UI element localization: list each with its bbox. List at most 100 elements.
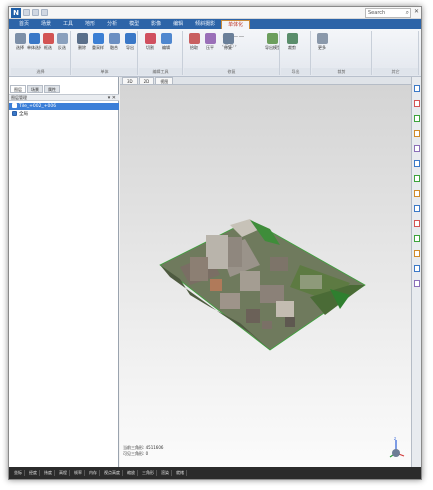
ribbon-button[interactable]: 反选 <box>55 33 69 61</box>
ribbon-tab[interactable]: 工具 <box>57 20 79 29</box>
cut-icon <box>144 33 156 44</box>
ribbon-button-label: 融合 <box>110 45 118 50</box>
ribbon-button-label: 删除 <box>78 45 86 50</box>
status-item: 高程 <box>57 470 70 476</box>
ribbon-button-label: 单体选择 <box>27 45 41 50</box>
ribbon-button[interactable]: 选择 <box>13 33 27 61</box>
close-icon[interactable]: ✕ <box>414 8 419 15</box>
ribbon-button[interactable]: 融合 <box>107 33 121 61</box>
ribbon-button[interactable]: 重采样 <box>91 33 105 61</box>
search-input[interactable]: Search ⌕ <box>365 8 411 18</box>
side-tool-icon[interactable] <box>414 265 420 272</box>
side-tool-icon[interactable] <box>414 175 420 182</box>
status-item: 缩放 <box>125 470 138 476</box>
arrow-right-icon[interactable]: › <box>235 43 237 48</box>
merge-icon <box>108 33 120 44</box>
ribbon-tab[interactable]: 场景 <box>35 20 57 29</box>
side-tool-icon[interactable] <box>414 100 420 107</box>
ribbon-group-label: 修复 <box>184 68 279 75</box>
side-tool-icon[interactable] <box>414 130 420 137</box>
ribbon-button[interactable]: 切割 <box>143 33 157 61</box>
panel-tab-layers[interactable]: 图层 <box>10 85 26 93</box>
window-title <box>129 9 259 17</box>
ribbon-group-label: 编辑工具 <box>139 68 182 75</box>
ribbon-button[interactable]: 导出模型 <box>265 33 279 61</box>
ribbon-button[interactable]: 导出 <box>123 33 137 61</box>
edit-icon <box>160 33 172 44</box>
app-logo[interactable]: N <box>11 8 21 18</box>
box-select-icon <box>42 33 54 44</box>
tree-item[interactable]: Tile_+002_+006 <box>9 103 119 110</box>
axis-triad-icon[interactable]: z <box>388 437 406 461</box>
ribbon-tab[interactable]: 分析 <box>101 20 123 29</box>
ribbon-tab[interactable]: 影像 <box>145 20 167 29</box>
status-item: 坐标 <box>12 470 25 476</box>
panel-tab-properties[interactable]: 属性 <box>44 85 60 93</box>
tree-item[interactable]: 全局 <box>9 111 119 118</box>
side-tool-icon[interactable] <box>414 250 420 257</box>
ribbon-tab[interactable]: 地形 <box>79 20 101 29</box>
tab-view[interactable]: 视图 <box>155 77 174 84</box>
ribbon-tab[interactable]: 单体化 <box>221 20 251 29</box>
ribbon-button[interactable]: 单体选择 <box>27 33 41 61</box>
search-icon[interactable]: ⌕ <box>406 9 409 17</box>
flatten-icon <box>204 33 216 44</box>
resample-icon <box>92 33 104 44</box>
side-tool-icon[interactable] <box>414 205 420 212</box>
side-tool-icon[interactable] <box>414 220 420 227</box>
side-tool-icon[interactable] <box>414 160 420 167</box>
ribbon-button-label: 重采样 <box>92 45 104 50</box>
ribbon-button-label: 切割 <box>146 45 154 50</box>
ribbon-button[interactable]: 裁剪 <box>285 33 299 61</box>
crop-icon <box>286 33 298 44</box>
panel-header: 图层管理 ▾ ✕ <box>9 94 119 101</box>
title-bar: N Search ⌕ ✕ <box>9 7 421 19</box>
save-icon[interactable] <box>23 9 30 16</box>
side-tool-icon[interactable] <box>414 85 420 92</box>
ribbon-button[interactable]: 更多 <box>315 33 329 61</box>
status-item: 内存 <box>87 470 100 476</box>
ribbon-button[interactable]: 删除 <box>75 33 89 61</box>
panel-tab-scene[interactable]: 场景 <box>27 85 43 93</box>
ribbon-button-label: 修复 <box>224 45 232 50</box>
status-item: 经度 <box>27 470 40 476</box>
ribbon-tab[interactable]: 编辑 <box>167 20 189 29</box>
undo-icon[interactable] <box>32 9 39 16</box>
ribbon: 选择 单体 编辑工具 修复 ☀ ── ── ── ‹ ▢ ▢ › 导出 裁剪 其… <box>9 29 421 77</box>
side-tool-icon[interactable] <box>414 145 420 152</box>
tab-3d[interactable]: 3D <box>122 77 138 84</box>
ribbon-button[interactable]: 框选 <box>41 33 55 61</box>
ribbon-group-label: 单体 <box>72 68 137 75</box>
3d-viewport[interactable]: 当前三角形: 4511606 可见三角形: 0 z <box>120 85 412 469</box>
oblique-photo-model[interactable] <box>150 205 380 365</box>
tree-item-label: Tile_+002_+006 <box>19 104 57 109</box>
repair-icon <box>222 33 234 44</box>
status-item: 帧率 <box>72 470 85 476</box>
ribbon-group-label: 其它 <box>373 68 418 75</box>
cursor-icon <box>14 33 26 44</box>
ribbon-tab[interactable]: 模型 <box>123 20 145 29</box>
side-tool-icon[interactable] <box>414 190 420 197</box>
side-tool-icon[interactable] <box>414 115 420 122</box>
side-tool-icon[interactable] <box>414 235 420 242</box>
tree-item-label: 全局 <box>19 112 28 117</box>
status-item: 纬度 <box>42 470 55 476</box>
ribbon-tab[interactable]: 倾斜摄影 <box>189 20 221 29</box>
redo-icon[interactable] <box>41 9 48 16</box>
visible-triangle-count: 可见三角形: 0 <box>123 451 149 456</box>
ribbon-button-label: 导出 <box>126 45 134 50</box>
ribbon-tab-bar: 首页 场景 工具 地形 分析 模型 影像 编辑 倾斜摄影 单体化 <box>9 19 421 29</box>
ribbon-button[interactable]: 修复 <box>221 33 235 61</box>
ribbon-group-label: 裁剪 <box>312 68 371 75</box>
status-item: 视点高度 <box>102 470 123 476</box>
export-model-icon <box>266 33 278 44</box>
side-tool-icon[interactable] <box>414 280 420 287</box>
ribbon-button[interactable]: 编辑 <box>159 33 173 61</box>
status-item: 就绪 <box>174 470 187 476</box>
ribbon-button-label: 反选 <box>58 45 66 50</box>
ribbon-tab[interactable]: 首页 <box>13 20 35 29</box>
ribbon-button[interactable]: 拾取 <box>187 33 201 61</box>
tab-2d[interactable]: 2D <box>138 77 155 84</box>
ribbon-button[interactable]: 压平 <box>203 33 217 61</box>
pin-icon[interactable]: ▾ ✕ <box>108 95 116 101</box>
